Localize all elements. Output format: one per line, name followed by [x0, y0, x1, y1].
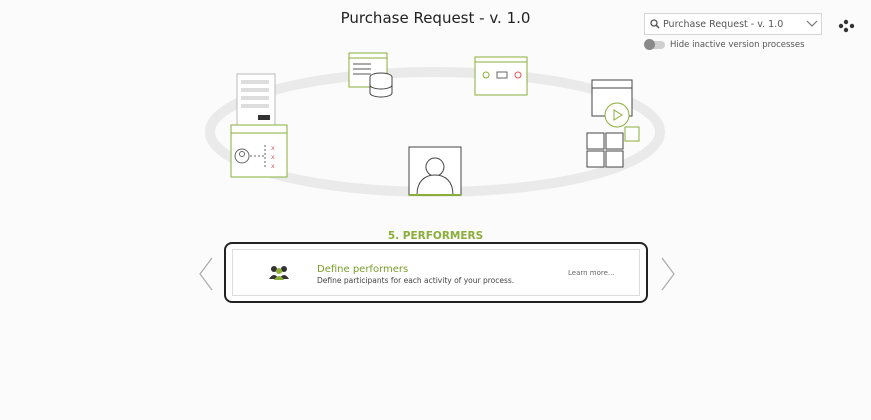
database-icon: [348, 52, 393, 98]
step-card-inner: Define performers Define participants fo…: [232, 249, 640, 296]
search-icon: [648, 17, 662, 31]
previous-step-arrow[interactable]: [198, 256, 214, 292]
dots-menu-icon[interactable]: [837, 17, 857, 35]
workflow-icon: [474, 56, 528, 96]
version-select-value: Purchase Request - v. 1.0: [663, 18, 784, 30]
hide-inactive-label: Hide inactive version processes: [670, 40, 805, 50]
performers-icon: [269, 266, 289, 280]
learn-more-link[interactable]: Learn more...: [568, 269, 615, 277]
step-card: Define performers Define participants fo…: [224, 242, 648, 303]
next-step-arrow[interactable]: [660, 256, 676, 292]
execution-icon: [586, 79, 640, 168]
card-heading: Define performers: [317, 264, 409, 275]
version-select[interactable]: Purchase Request - v. 1.0: [644, 13, 822, 35]
svg-text:x: x: [271, 163, 275, 170]
performer-icon: [408, 146, 462, 196]
svg-text:x: x: [271, 154, 275, 161]
chevron-down-icon[interactable]: [803, 17, 821, 31]
svg-text:x: x: [271, 145, 275, 152]
process-lifecycle-illustration: x x x: [205, 52, 665, 197]
card-description: Define participants for each activity of…: [317, 276, 515, 285]
step-title: 5. PERFORMERS: [387, 230, 484, 242]
